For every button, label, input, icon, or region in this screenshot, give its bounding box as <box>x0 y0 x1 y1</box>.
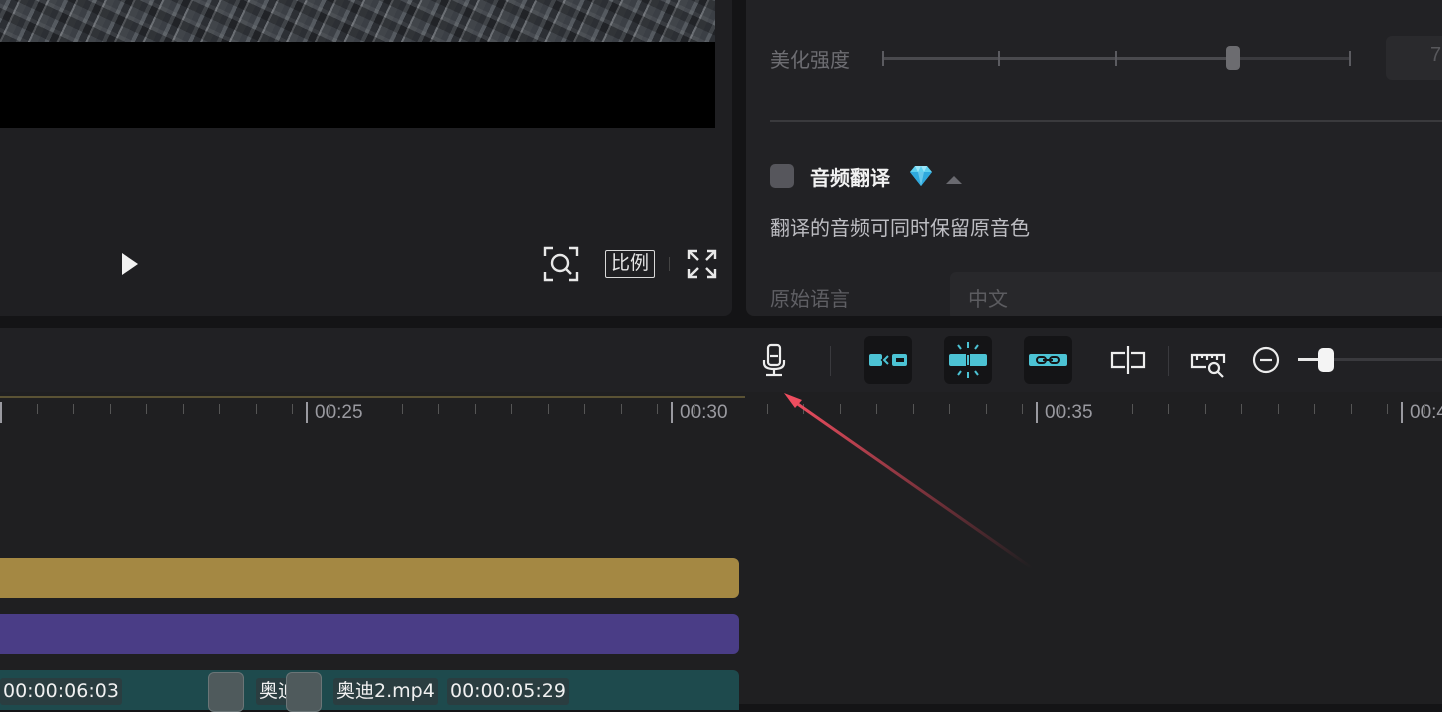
source-language-select[interactable] <box>950 272 1442 316</box>
slider-tick <box>1115 51 1117 66</box>
video-track[interactable]: 00:00:06:03 奥迪2 奥迪2.mp4 00:00:05:29 <box>0 670 739 712</box>
ruler-minor-tick <box>1314 404 1315 414</box>
ruler-minor-tick <box>1241 404 1242 414</box>
audio-translate-title: 音频翻译 <box>810 166 890 190</box>
play-button[interactable] <box>116 250 144 278</box>
ruler-minor-tick <box>475 404 476 414</box>
link-chain-icon <box>1029 354 1067 366</box>
section-divider <box>770 120 1442 122</box>
microphone-icon <box>762 343 786 377</box>
clip-transition-handle[interactable] <box>208 672 244 712</box>
split-button[interactable] <box>1104 336 1152 384</box>
split-icon <box>1110 346 1146 374</box>
text-track-clip[interactable] <box>0 558 739 598</box>
ruler-major-tick <box>306 402 308 423</box>
zoom-out-icon <box>1252 346 1280 374</box>
ruler-label: 00:4 <box>1410 402 1442 423</box>
ruler-minor-tick <box>292 404 293 414</box>
link-chain-button[interactable] <box>1024 336 1072 384</box>
ruler-label: 00:30 <box>680 402 728 423</box>
ruler-minor-tick <box>1059 404 1060 414</box>
time-ruler[interactable]: 00:25 00:30 00:35 00:4 <box>0 392 1442 432</box>
toolbar-separator <box>1168 346 1169 376</box>
ruler-minor-tick <box>621 404 622 414</box>
ruler-minor-tick <box>1351 404 1352 414</box>
ruler-minor-tick <box>402 404 403 414</box>
ruler-minor-tick <box>146 404 147 414</box>
properties-panel: 美化强度 75 音频翻译 翻译的音频可同时保留原音色 原始语言 中文 <box>746 0 1442 316</box>
beauty-slider-thumb[interactable] <box>1226 46 1240 70</box>
ruler-major-tick <box>1401 402 1403 423</box>
link-left-icon <box>869 354 907 366</box>
toolbar-divider <box>669 257 670 271</box>
ruler-major-tick <box>671 402 673 423</box>
ruler-minor-tick <box>183 404 184 414</box>
source-language-value: 中文 <box>968 287 1008 311</box>
clip-name-badge: 奥迪2.mp4 <box>333 678 438 705</box>
effect-track-clip[interactable] <box>0 614 739 654</box>
fullscreen-button[interactable] <box>686 248 718 280</box>
ruler-minor-tick <box>694 404 695 414</box>
ruler-label: 00:35 <box>1045 402 1093 423</box>
ruler-search-button[interactable] <box>1184 336 1232 384</box>
beauty-strength-label: 美化强度 <box>770 48 850 72</box>
ruler-minor-tick <box>1168 404 1169 414</box>
ruler-major-tick <box>0 402 2 423</box>
split-center-icon <box>949 342 987 378</box>
preview-panel: 比例 <box>0 0 732 316</box>
zoom-slider-thumb[interactable] <box>1318 348 1334 372</box>
slider-tick <box>998 51 1000 66</box>
beauty-slider-fill <box>882 57 1234 60</box>
ruler-minor-tick <box>767 404 768 414</box>
annotation-arrow <box>784 393 1033 570</box>
clip-duration-badge: 00:00:05:29 <box>447 678 569 705</box>
ruler-minor-tick <box>110 404 111 414</box>
link-left-button[interactable] <box>864 336 912 384</box>
ruler-label: 00:25 <box>315 402 363 423</box>
zoom-out-button[interactable] <box>1242 336 1290 384</box>
ruler-minor-tick <box>73 404 74 414</box>
beauty-value-text: 75 <box>1430 44 1442 66</box>
ruler-minor-tick <box>511 404 512 414</box>
video-frame <box>0 0 715 42</box>
ruler-minor-tick <box>1278 404 1279 414</box>
slider-tick <box>1349 51 1351 66</box>
caret-up-icon[interactable] <box>946 172 962 184</box>
timeline-area[interactable]: 00:25 00:30 00:35 00:4 00:00:06:03 奥迪2 奥… <box>0 392 1442 712</box>
ruler-minor-tick <box>219 404 220 414</box>
fullscreen-icon <box>687 249 717 279</box>
slider-tick <box>882 51 884 66</box>
ruler-minor-tick <box>1205 404 1206 414</box>
ruler-minor-tick <box>37 404 38 414</box>
play-icon <box>122 253 138 275</box>
toolbar-separator <box>830 346 831 376</box>
ruler-minor-tick <box>548 404 549 414</box>
source-language-label: 原始语言 <box>770 287 850 311</box>
ruler-minor-tick <box>584 404 585 414</box>
fit-zoom-icon <box>543 246 579 282</box>
video-letterbox <box>0 42 715 128</box>
ruler-minor-tick <box>256 404 257 414</box>
audio-translate-description: 翻译的音频可同时保留原音色 <box>770 216 1030 240</box>
fit-zoom-button[interactable] <box>543 246 579 282</box>
ruler-minor-tick <box>438 404 439 414</box>
ruler-minor-tick <box>1424 404 1425 414</box>
ruler-search-icon <box>1190 353 1226 378</box>
ruler-minor-tick <box>1132 404 1133 414</box>
ruler-minor-tick <box>329 404 330 414</box>
aspect-ratio-button[interactable]: 比例 <box>605 250 655 278</box>
diamond-icon <box>907 164 935 188</box>
clip-transition-handle[interactable] <box>286 672 322 712</box>
timeline-toolbar <box>0 328 1442 392</box>
audio-translate-checkbox[interactable] <box>770 164 794 188</box>
record-voice-button[interactable] <box>750 336 798 384</box>
clip-duration-badge: 00:00:06:03 <box>0 678 122 705</box>
ruler-minor-tick <box>657 404 658 414</box>
ruler-minor-tick <box>1387 404 1388 414</box>
split-center-button[interactable] <box>944 336 992 384</box>
